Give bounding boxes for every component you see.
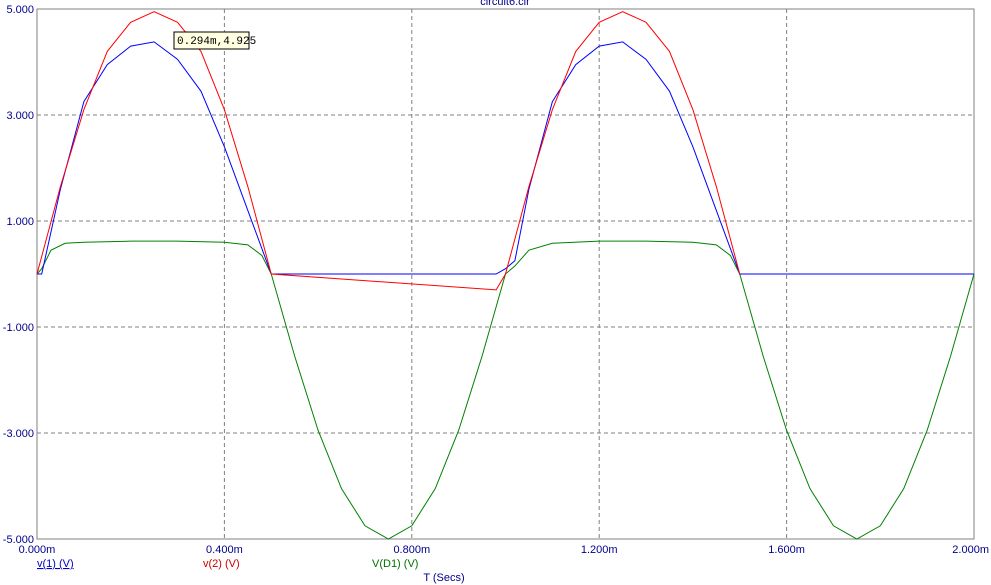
y-tick-label: -3.000 (3, 428, 34, 440)
series-layer (36, 11, 975, 540)
x-tick-label: 2.000m (952, 544, 989, 556)
x-tick-label: 1.200m (581, 544, 618, 556)
series-line-v2 (36, 11, 741, 291)
x-tick-label: 0.400m (206, 544, 243, 556)
y-tick-label: 5.000 (6, 4, 34, 16)
y-tick-label: -1.000 (3, 322, 34, 334)
y-tick-label: 1.000 (6, 216, 34, 228)
x-tick-label: 0.000m (19, 544, 56, 556)
legend-v1[interactable]: v(1) (V) (37, 558, 74, 570)
ticks-layer: 5.0003.0001.000-1.000-3.000-5.0000.000m 0… (3, 4, 989, 556)
series-line-vd1 (36, 240, 975, 540)
cursor-tooltip: 0.294m,4.925 (173, 31, 256, 50)
y-tick-label: 3.000 (6, 110, 34, 122)
x-tick-label: 0.800m (393, 544, 430, 556)
tooltip-text: 0.294m,4.925 (177, 36, 256, 48)
x-axis-label: T (Secs) (423, 572, 464, 584)
x-tick-label: 1.600m (768, 544, 805, 556)
legend-vd1[interactable]: V(D1) (V) (372, 558, 418, 570)
legend-v2[interactable]: v(2) (V) (203, 558, 240, 570)
chart-title: circuit6.cir (480, 0, 530, 8)
transient-plot: 5.0003.0001.000-1.000-3.000-5.0000.000m 0… (3, 0, 989, 584)
series-line-v1 (37, 41, 974, 275)
